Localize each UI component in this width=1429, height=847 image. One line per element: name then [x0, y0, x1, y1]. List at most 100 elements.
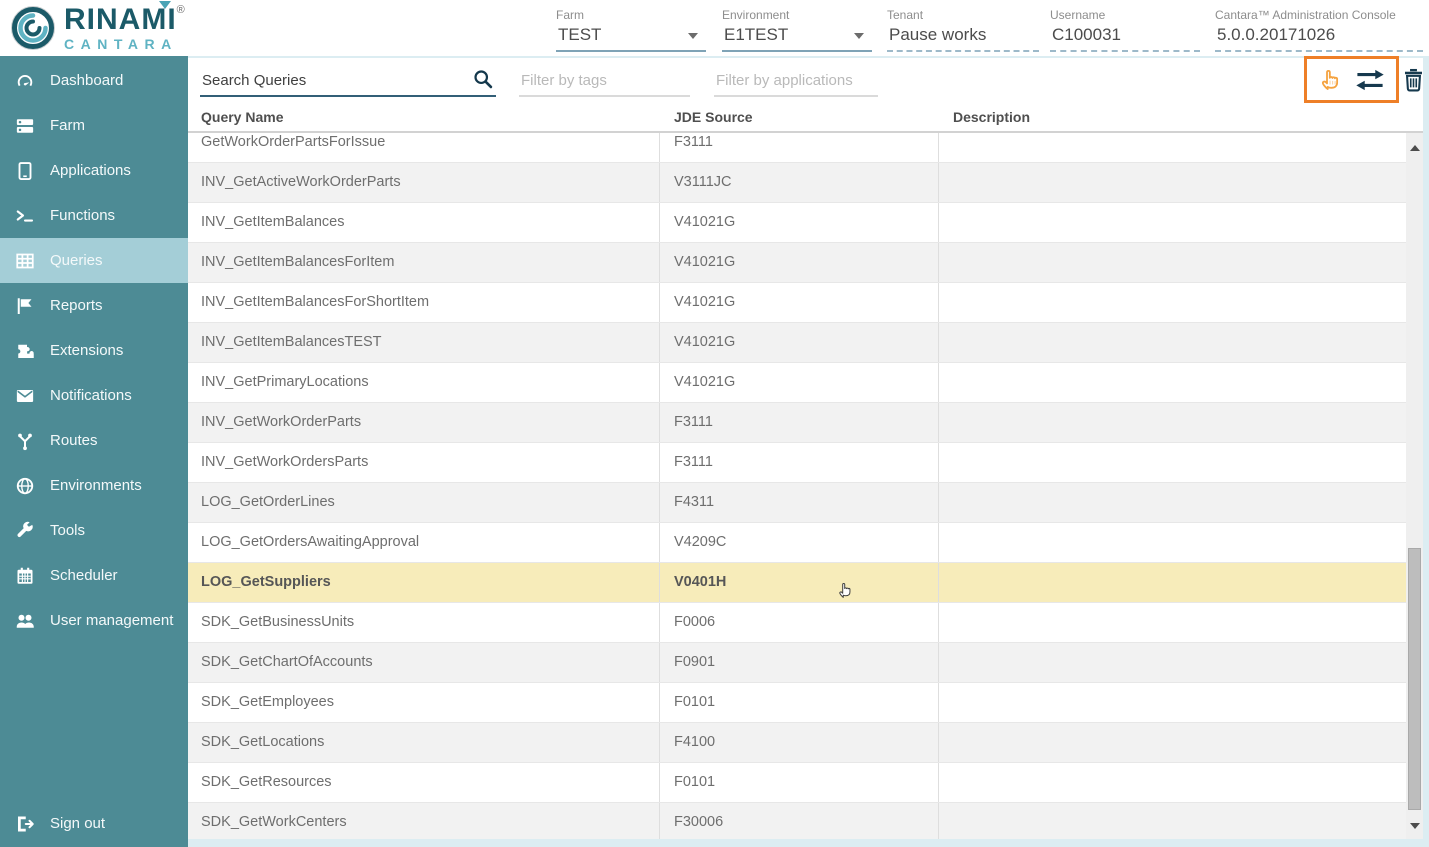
table-row[interactable]: SDK_GetChartOfAccountsF0901: [188, 643, 1406, 683]
sidebar-item-reports[interactable]: Reports: [0, 283, 188, 328]
table-row[interactable]: INV_GetItemBalancesForItemV41021G: [188, 243, 1406, 283]
sidebar-item-scheduler[interactable]: Scheduler: [0, 553, 188, 598]
table-row[interactable]: LOG_GetOrderLinesF4311: [188, 483, 1406, 523]
query-name-cell: INV_GetPrimaryLocations: [188, 363, 659, 402]
highlighted-action-box: [1304, 56, 1399, 103]
filter-tags-input[interactable]: Filter by tags: [519, 66, 690, 97]
chevron-down-icon[interactable]: [854, 33, 864, 39]
table-row[interactable]: INV_GetWorkOrderPartsF3111: [188, 403, 1406, 443]
query-name-cell: SDK_GetBusinessUnits: [188, 603, 659, 642]
hand-pointer-icon[interactable]: [1317, 66, 1344, 93]
sidebar-item-applications[interactable]: Applications: [0, 148, 188, 193]
filter-applications-input[interactable]: Filter by applications: [714, 66, 878, 97]
rinami-logo-icon: [10, 5, 56, 51]
farm-select[interactable]: Farm TEST: [556, 8, 706, 52]
search-input[interactable]: Search Queries: [200, 66, 496, 97]
scroll-up-icon[interactable]: [1410, 145, 1420, 151]
farm-value: TEST: [558, 25, 601, 44]
table-row[interactable]: INV_GetItemBalancesV41021G: [188, 203, 1406, 243]
description-cell: [938, 483, 1406, 522]
query-name-cell: INV_GetWorkOrderParts: [188, 403, 659, 442]
environment-label: Environment: [722, 8, 872, 22]
table-row[interactable]: SDK_GetEmployeesF0101: [188, 683, 1406, 723]
description-cell: [938, 643, 1406, 682]
jde-source-cell: F3111: [659, 443, 938, 482]
table-row[interactable]: INV_GetPrimaryLocationsV41021G: [188, 363, 1406, 403]
description-cell: [938, 683, 1406, 722]
jde-source-cell: V41021G: [659, 363, 938, 402]
table-row[interactable]: INV_GetItemBalancesForShortItemV41021G: [188, 283, 1406, 323]
swap-arrows-icon[interactable]: [1354, 68, 1386, 92]
table-row[interactable]: LOG_GetOrdersAwaitingApprovalV4209C: [188, 523, 1406, 563]
people-icon: [15, 611, 35, 631]
scrollbar-thumb[interactable]: [1408, 548, 1421, 810]
sidebar-item-farm[interactable]: Farm: [0, 103, 188, 148]
sidebar-item-tools[interactable]: Tools: [0, 508, 188, 553]
description-cell: [938, 523, 1406, 562]
sidebar-item-user-management[interactable]: User management: [0, 598, 188, 643]
table-row[interactable]: INV_GetActiveWorkOrderPartsV3111JC: [188, 163, 1406, 203]
table-row[interactable]: SDK_GetLocationsF4100: [188, 723, 1406, 763]
flag-icon: [15, 296, 35, 316]
description-cell: [938, 133, 1406, 162]
jde-source-cell: F0101: [659, 683, 938, 722]
sidebar-item-routes[interactable]: Routes: [0, 418, 188, 463]
sidebar-item-dashboard[interactable]: Dashboard: [0, 58, 188, 103]
chevron-down-icon[interactable]: [688, 33, 698, 39]
query-name-cell: LOG_GetOrderLines: [188, 483, 659, 522]
console-version-field: Cantara™ Administration Console 5.0.0.20…: [1215, 8, 1423, 52]
environment-select[interactable]: Environment E1TEST: [722, 8, 872, 52]
table-row[interactable]: SDK_GetResourcesF0101: [188, 763, 1406, 803]
description-cell: [938, 363, 1406, 402]
sidebar-item-label: Routes: [50, 432, 98, 449]
description-cell: [938, 803, 1406, 839]
sidebar-item-label: Scheduler: [50, 567, 118, 584]
sidebar-item-functions[interactable]: Functions: [0, 193, 188, 238]
sidebar-item-extensions[interactable]: Extensions: [0, 328, 188, 373]
username-field: Username C100031: [1050, 8, 1200, 52]
sidebar-item-environments[interactable]: Environments: [0, 463, 188, 508]
search-icon[interactable]: [472, 68, 494, 90]
column-header-description: Description: [953, 109, 1030, 125]
queries-toolbar: Search Queries Filter by tags Filter by …: [188, 58, 1423, 104]
jde-source-cell: V3111JC: [659, 163, 938, 202]
table-row[interactable]: INV_GetWorkOrdersPartsF3111: [188, 443, 1406, 483]
branch-icon: [15, 431, 35, 451]
column-header-query-name: Query Name: [201, 109, 283, 125]
jde-source-cell: V4209C: [659, 523, 938, 562]
scroll-down-icon[interactable]: [1410, 823, 1420, 829]
console-version-value: 5.0.0.20171026: [1217, 25, 1335, 44]
sidebar-nav: Dashboard Farm ApplicationsFunctionsQuerie…: [0, 56, 188, 847]
filter-applications-placeholder: Filter by applications: [716, 72, 853, 89]
column-header-jde-source: JDE Source: [674, 109, 753, 125]
tenant-field: Tenant Pause works: [887, 8, 1039, 52]
environment-value: E1TEST: [724, 25, 788, 44]
table-row[interactable]: INV_GetItemBalancesTESTV41021G: [188, 323, 1406, 363]
sidebar-item-sign-out[interactable]: Sign out: [0, 801, 188, 846]
sidebar-item-label: Farm: [50, 117, 85, 134]
query-name-cell: INV_GetItemBalancesForShortItem: [188, 283, 659, 322]
sidebar-item-label: Sign out: [50, 815, 105, 832]
sidebar-item-label: Dashboard: [50, 72, 123, 89]
filter-tags-placeholder: Filter by tags: [521, 72, 607, 89]
vertical-scrollbar[interactable]: [1406, 133, 1423, 839]
description-cell: [938, 763, 1406, 802]
table-header: Query Name JDE Source Description: [188, 104, 1423, 133]
globe-icon: [15, 476, 35, 496]
trash-icon[interactable]: [1402, 67, 1425, 93]
sidebar-item-label: Tools: [50, 522, 85, 539]
table-row[interactable]: SDK_GetWorkCentersF30006: [188, 803, 1406, 839]
table-row[interactable]: SDK_GetBusinessUnitsF0006: [188, 603, 1406, 643]
sidebar-item-queries[interactable]: Queries: [0, 238, 188, 283]
sidebar-item-label: Environments: [50, 477, 142, 494]
description-cell: [938, 243, 1406, 282]
sidebar-item-notifications[interactable]: Notifications: [0, 373, 188, 418]
table-row[interactable]: LOG_GetSuppliersV0401H: [188, 563, 1406, 603]
jde-source-cell: V41021G: [659, 203, 938, 242]
description-cell: [938, 163, 1406, 202]
table-row[interactable]: GetWorkOrderPartsForIssueF3111: [188, 133, 1406, 163]
brand-logo: RINAMI® CANTARA: [10, 5, 185, 51]
jde-source-cell: V41021G: [659, 243, 938, 282]
jde-source-cell: F30006: [659, 803, 938, 839]
sidebar-item-label: Extensions: [50, 342, 123, 359]
